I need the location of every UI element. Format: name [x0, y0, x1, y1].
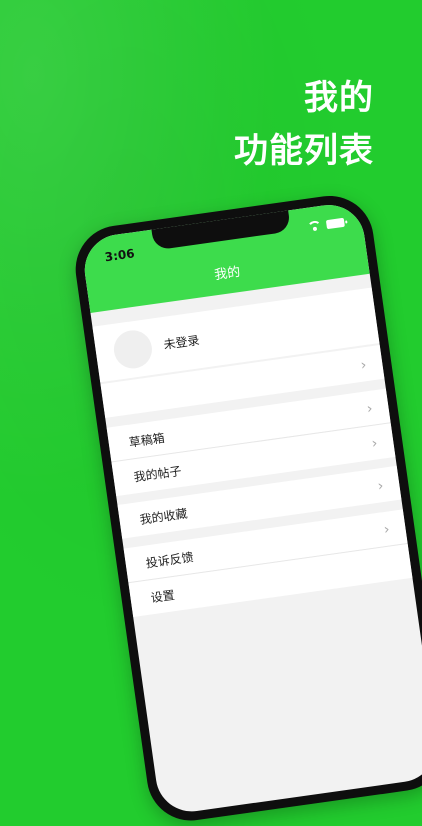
- status-icons: [307, 217, 345, 232]
- battery-icon: [325, 217, 345, 229]
- avatar[interactable]: [111, 327, 155, 371]
- status-time: 3:06: [103, 246, 136, 265]
- headline-line-2: 功能列表: [234, 131, 374, 171]
- login-status[interactable]: 未登录: [162, 331, 201, 353]
- chevron-right-icon: ›: [382, 521, 391, 539]
- chevron-right-icon: ›: [359, 357, 368, 374]
- menu-item-label: 投诉反馈: [144, 550, 195, 571]
- wifi-icon: [307, 220, 322, 232]
- menu-item-label: 我的收藏: [138, 506, 189, 528]
- headline-line-1: 我的: [304, 78, 374, 118]
- chevron-right-icon: ›: [365, 400, 374, 418]
- chevron-right-icon: ›: [370, 435, 379, 452]
- chevron-right-icon: ›: [376, 477, 385, 495]
- menu-item-label: 设置: [149, 588, 176, 606]
- menu-item-label: 我的帖子: [132, 463, 183, 485]
- menu-item-label: 草稿箱: [127, 430, 166, 450]
